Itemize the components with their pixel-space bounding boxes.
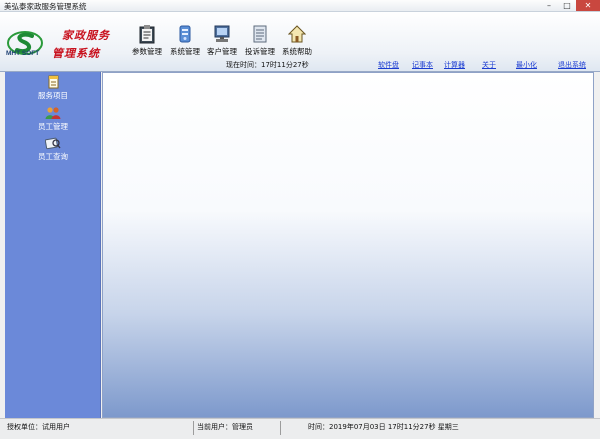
toolbar-label: 系统管理 bbox=[170, 47, 200, 56]
sidebar-item-staff[interactable]: 员工管理 bbox=[5, 106, 101, 132]
minimize-icon[interactable]: – bbox=[540, 0, 558, 11]
home-icon bbox=[288, 25, 306, 43]
computer-icon bbox=[214, 25, 230, 42]
people-icon bbox=[45, 107, 61, 119]
link-minimize[interactable]: 最小化 bbox=[516, 60, 537, 70]
sidebar-item-staff-query[interactable]: 员工查询 bbox=[5, 136, 101, 162]
status-org: 授权单位：试用用户 bbox=[7, 423, 70, 431]
sidebar-item-label: 员工查询 bbox=[38, 152, 68, 161]
window-titlebar[interactable]: 美弘泰家政服务管理系统 – □ ✕ bbox=[0, 0, 600, 12]
link-notepad[interactable]: 记事本 bbox=[412, 60, 433, 70]
window-title: 美弘泰家政服务管理系统 bbox=[4, 2, 87, 11]
toolbar-param-button[interactable]: 参数管理 bbox=[127, 24, 167, 58]
maximize-icon[interactable]: □ bbox=[558, 0, 576, 11]
app-header: MHT SOFT 家政服务 管理系统 参数管理 系统管理 客户管理 投诉管理 系… bbox=[0, 12, 600, 72]
info-bar: 现在时间：17时11分27秒 软件盘 记事本 计算器 关于 最小化 退出系统 bbox=[102, 58, 600, 71]
toolbar-label: 投诉管理 bbox=[245, 47, 275, 56]
status-divider bbox=[193, 421, 194, 435]
clipboard-icon bbox=[139, 25, 155, 44]
toolbar-label: 客户管理 bbox=[207, 47, 237, 56]
brand-line2: 管理系统 bbox=[52, 47, 100, 60]
sidebar-item-label: 员工管理 bbox=[38, 122, 68, 131]
close-icon[interactable]: ✕ bbox=[576, 0, 600, 11]
brand-line1: 家政服务 bbox=[62, 29, 110, 42]
link-soft-keyboard[interactable]: 软件盘 bbox=[378, 60, 399, 70]
link-about[interactable]: 关于 bbox=[482, 60, 496, 70]
logo-text: MHT SOFT bbox=[6, 50, 40, 57]
search-people-icon bbox=[45, 137, 61, 150]
toolbar-complaint-button[interactable]: 投诉管理 bbox=[240, 24, 280, 58]
document-icon bbox=[253, 25, 267, 43]
sidebar-item-label: 服务项目 bbox=[38, 91, 68, 100]
link-calculator[interactable]: 计算器 bbox=[444, 60, 465, 70]
toolbar-label: 参数管理 bbox=[132, 47, 162, 56]
toolbar-label: 系统帮助 bbox=[282, 47, 312, 56]
status-bar: 授权单位：试用用户 当前用户：管理员 时间：2019年07月03日 17时11分… bbox=[0, 418, 600, 439]
toolbar-help-button[interactable]: 系统帮助 bbox=[277, 24, 317, 58]
sidebar: 服务项目 员工管理 员工查询 bbox=[5, 72, 101, 418]
toolbar-system-button[interactable]: 系统管理 bbox=[165, 24, 205, 58]
status-user: 当前用户：管理员 bbox=[197, 423, 253, 431]
sidebar-item-service[interactable]: 服务项目 bbox=[5, 75, 101, 101]
main-workspace[interactable] bbox=[102, 72, 594, 418]
toolbar-customer-button[interactable]: 客户管理 bbox=[202, 24, 242, 58]
link-exit[interactable]: 退出系统 bbox=[558, 60, 586, 70]
document-icon bbox=[48, 75, 58, 89]
settings-icon bbox=[179, 25, 191, 43]
current-time: 现在时间：17时11分27秒 bbox=[226, 61, 309, 69]
status-divider bbox=[280, 421, 281, 435]
status-time: 时间：2019年07月03日 17时11分27秒 星期三 bbox=[308, 423, 459, 431]
